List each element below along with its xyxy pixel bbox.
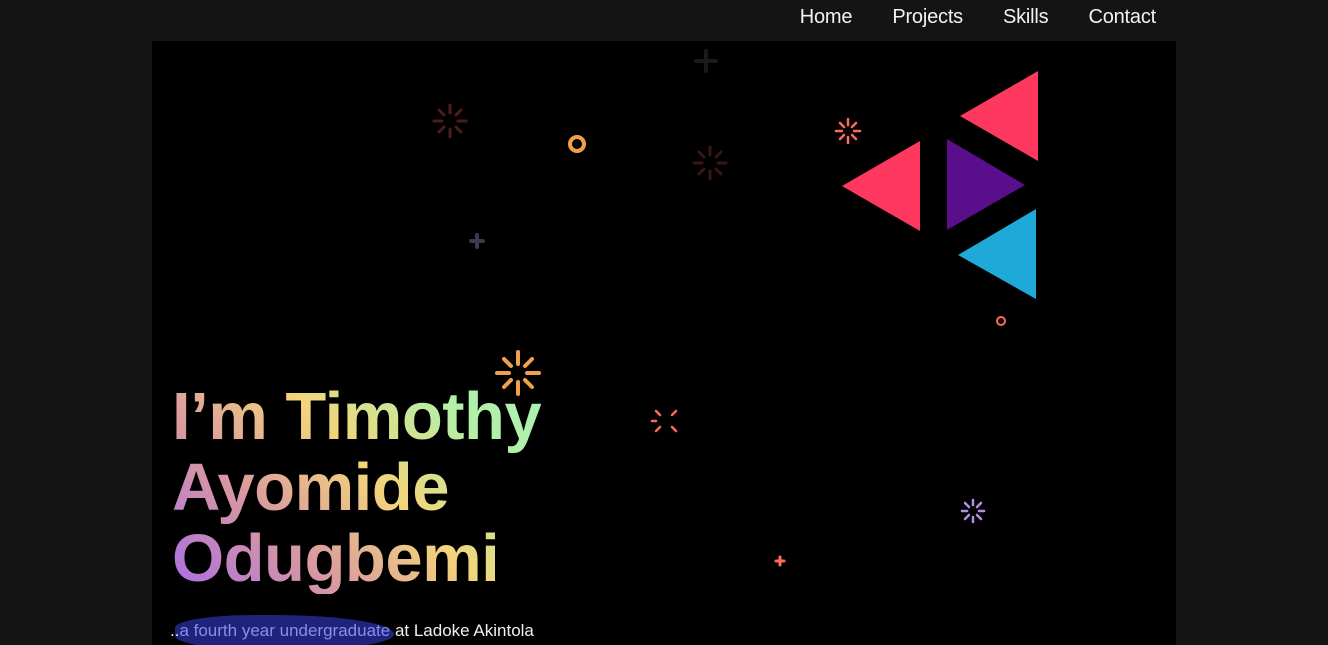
plus-icon	[694, 49, 718, 73]
plus-icon	[469, 233, 485, 249]
nav-link-home[interactable]: Home	[800, 6, 853, 29]
title-line: I’m Timothy	[172, 379, 542, 454]
plus-icon	[774, 555, 786, 567]
nav-link-contact[interactable]: Contact	[1088, 6, 1156, 29]
ring-icon	[996, 316, 1006, 326]
title-line: Ayomide	[172, 450, 449, 525]
triangle-blue	[958, 209, 1036, 299]
triangles-logo	[842, 71, 1038, 299]
triangle-red-top	[960, 71, 1038, 161]
triangle-purple	[947, 139, 1025, 230]
burst-icon	[834, 117, 862, 145]
hero-subtitle: ..a fourth year undergraduate at Ladoke …	[170, 621, 534, 641]
ring-icon	[568, 135, 586, 153]
hero-title: I’m Timothy Ayomide Odugbemi	[172, 381, 541, 594]
burst-icon	[960, 498, 986, 524]
subtitle-highlight: a fourth year undergraduate	[179, 621, 391, 640]
burst-icon	[432, 103, 468, 139]
hero-section: I’m Timothy Ayomide Odugbemi ..a fourth …	[152, 41, 1176, 645]
burst-icon	[692, 145, 728, 181]
top-navbar: Home Projects Skills Contact	[0, 0, 1328, 41]
title-line: Odugbemi	[172, 521, 500, 596]
nav-link-skills[interactable]: Skills	[1003, 6, 1049, 29]
main-nav: Home Projects Skills Contact	[760, 0, 1156, 34]
burst-icon	[650, 409, 678, 433]
triangle-red-left	[842, 141, 920, 231]
subtitle-rest: at Ladoke Akintola	[390, 621, 534, 640]
nav-link-projects[interactable]: Projects	[892, 6, 963, 29]
